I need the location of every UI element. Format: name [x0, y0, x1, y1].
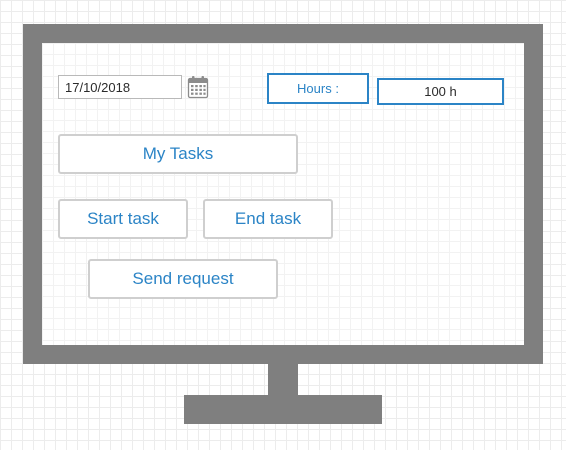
- monitor-neck: [268, 362, 298, 398]
- hours-label: Hours :: [267, 73, 369, 104]
- send-request-button[interactable]: Send request: [88, 259, 278, 299]
- start-task-button[interactable]: Start task: [58, 199, 188, 239]
- my-tasks-button[interactable]: My Tasks: [58, 134, 298, 174]
- date-input[interactable]: [58, 75, 182, 99]
- hours-field[interactable]: 100 h: [377, 78, 504, 105]
- calendar-icon[interactable]: [187, 75, 209, 99]
- monitor-base: [184, 395, 382, 424]
- end-task-button[interactable]: End task: [203, 199, 333, 239]
